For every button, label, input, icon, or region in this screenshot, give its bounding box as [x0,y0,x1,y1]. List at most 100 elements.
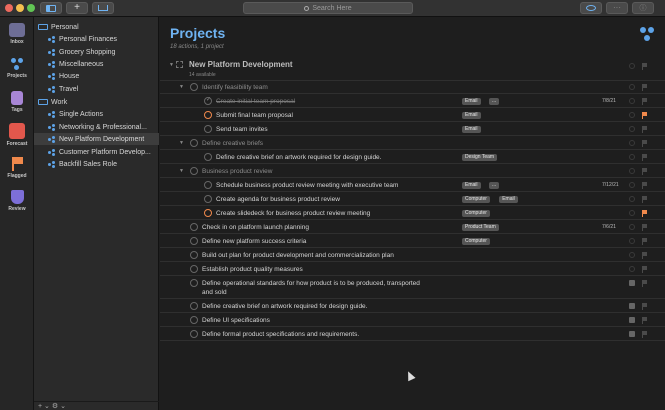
flag-icon[interactable] [642,126,648,133]
perspective-flagged[interactable]: Flagged [0,157,34,179]
note-icon[interactable] [629,266,635,272]
tag-chip[interactable]: Product Team [462,224,499,231]
sidebar-item-new-platform-development[interactable]: New Platform Development [34,133,159,145]
flag-icon[interactable] [642,112,648,119]
note-icon[interactable] [629,210,635,216]
sidebar-item-house[interactable]: House [34,70,159,82]
minimize-window-button[interactable] [16,4,24,12]
note-icon[interactable] [629,140,635,146]
note-icon[interactable] [629,224,635,230]
status-checkbox[interactable] [190,265,198,273]
sidebar-actions[interactable]: + ⌄ ⚙ ⌄ [34,401,159,410]
note-icon[interactable] [629,196,635,202]
action-row[interactable]: Schedule business product review meeting… [160,179,665,192]
action-row[interactable]: Define creative brief on artwork require… [160,151,665,164]
flag-icon[interactable] [642,266,648,273]
flag-icon[interactable] [642,303,648,310]
perspective-inbox[interactable]: Inbox [0,23,34,45]
perspective-tags[interactable]: Tags [0,91,34,113]
action-row[interactable]: Create slidedeck for business product re… [160,207,665,220]
action-row[interactable]: ✓ Create initial team proposal Email... 7/8… [160,95,665,108]
note-icon[interactable] [629,252,635,258]
note-icon[interactable] [629,98,635,104]
add-and-settings-buttons[interactable]: + ⌄ ⚙ ⌄ [38,403,66,410]
new-action-button[interactable]: + [66,2,88,14]
sidebar-folder-work[interactable]: Work [34,96,159,108]
disclosure-triangle-icon[interactable]: ▼ [179,140,184,146]
info-button[interactable]: ⓘ [632,2,654,14]
action-row[interactable]: Define new platform success criteria Comp… [160,235,665,248]
disclosure-triangle-icon[interactable]: ▼ [169,62,174,68]
tag-chip[interactable]: Email [462,112,481,119]
status-checkbox[interactable] [190,83,198,91]
flag-icon[interactable] [642,168,648,175]
disclosure-triangle-icon[interactable]: ▼ [179,168,184,174]
note-icon[interactable] [629,168,635,174]
action-row[interactable]: Define formal product specifications and… [160,328,665,341]
status-checkbox[interactable] [190,302,198,310]
inspector-button[interactable]: ··· [606,2,628,14]
sidebar-item-single-actions[interactable]: Single Actions [34,108,159,120]
flag-icon[interactable] [642,331,648,338]
action-group-row[interactable]: ▼ Identify feasibility team [160,81,665,94]
due-date[interactable]: 7/12/21 [602,182,619,188]
note-icon[interactable] [629,238,635,244]
note-icon[interactable] [629,331,635,337]
flag-icon[interactable] [642,238,648,245]
tag-chip[interactable]: ... [489,182,500,189]
perspective-review[interactable]: Review [0,190,34,212]
flag-icon[interactable] [642,63,648,70]
sidebar-item-personal-finances[interactable]: Personal Finances [34,33,159,45]
status-checkbox[interactable] [204,209,212,217]
flag-icon[interactable] [642,182,648,189]
flag-icon[interactable] [642,224,648,231]
sidebar-folder-personal[interactable]: Personal [34,21,159,33]
action-row[interactable]: Define creative brief on artwork require… [160,300,665,313]
flag-icon[interactable] [642,210,648,217]
action-row[interactable]: Define UI specifications [160,314,665,327]
action-row[interactable]: Build out plan for product development a… [160,249,665,262]
project-header[interactable]: ▼ New Platform Development 14 available [160,59,665,81]
note-icon[interactable] [629,63,635,69]
status-checkbox[interactable] [190,330,198,338]
due-date[interactable]: 7/8/21 [602,98,616,104]
sidebar-item-customer-platform[interactable]: Customer Platform Develop... [34,146,159,158]
status-checkbox[interactable] [190,316,198,324]
flag-icon[interactable] [642,196,648,203]
flag-icon[interactable] [642,98,648,105]
note-icon[interactable] [629,280,635,286]
action-row[interactable]: Establish product quality measures [160,263,665,276]
flag-icon[interactable] [642,252,648,259]
perspective-projects[interactable]: Projects [0,57,34,79]
note-icon[interactable] [629,303,635,309]
flag-icon[interactable] [642,280,648,287]
search-field[interactable]: Search Here [243,2,413,14]
tag-chip[interactable]: Computer [462,196,490,203]
tag-chip[interactable]: Email [499,196,518,203]
note-icon[interactable] [629,126,635,132]
note-icon[interactable] [629,317,635,323]
note-icon[interactable] [629,154,635,160]
tag-chip[interactable]: Design Team [462,154,498,161]
status-checkbox[interactable] [190,167,198,175]
note-icon[interactable] [629,182,635,188]
status-checkbox[interactable] [204,181,212,189]
status-checkbox[interactable] [190,251,198,259]
completed-checkbox[interactable]: ✓ [204,97,212,105]
tag-chip[interactable]: Computer [462,210,490,217]
note-icon[interactable] [629,112,635,118]
status-checkbox[interactable] [204,153,212,161]
action-row[interactable]: Check in on platform launch planning Prod… [160,221,665,234]
action-group-row[interactable]: ▼ Business product review [160,165,665,178]
sidebar-item-travel[interactable]: Travel [34,83,159,95]
status-checkbox[interactable] [190,139,198,147]
perspective-forecast[interactable]: Forecast [0,123,34,147]
tag-chip[interactable]: Computer [462,238,490,245]
status-checkbox[interactable] [204,111,212,119]
view-options-button[interactable] [580,2,602,14]
sidebar-item-grocery-shopping[interactable]: Grocery Shopping [34,46,159,58]
action-row[interactable]: Send team invites Email [160,123,665,136]
action-group-row[interactable]: ▼ Define creative briefs [160,137,665,150]
action-row[interactable]: Create agenda for business product revie… [160,193,665,206]
close-window-button[interactable] [5,4,13,12]
